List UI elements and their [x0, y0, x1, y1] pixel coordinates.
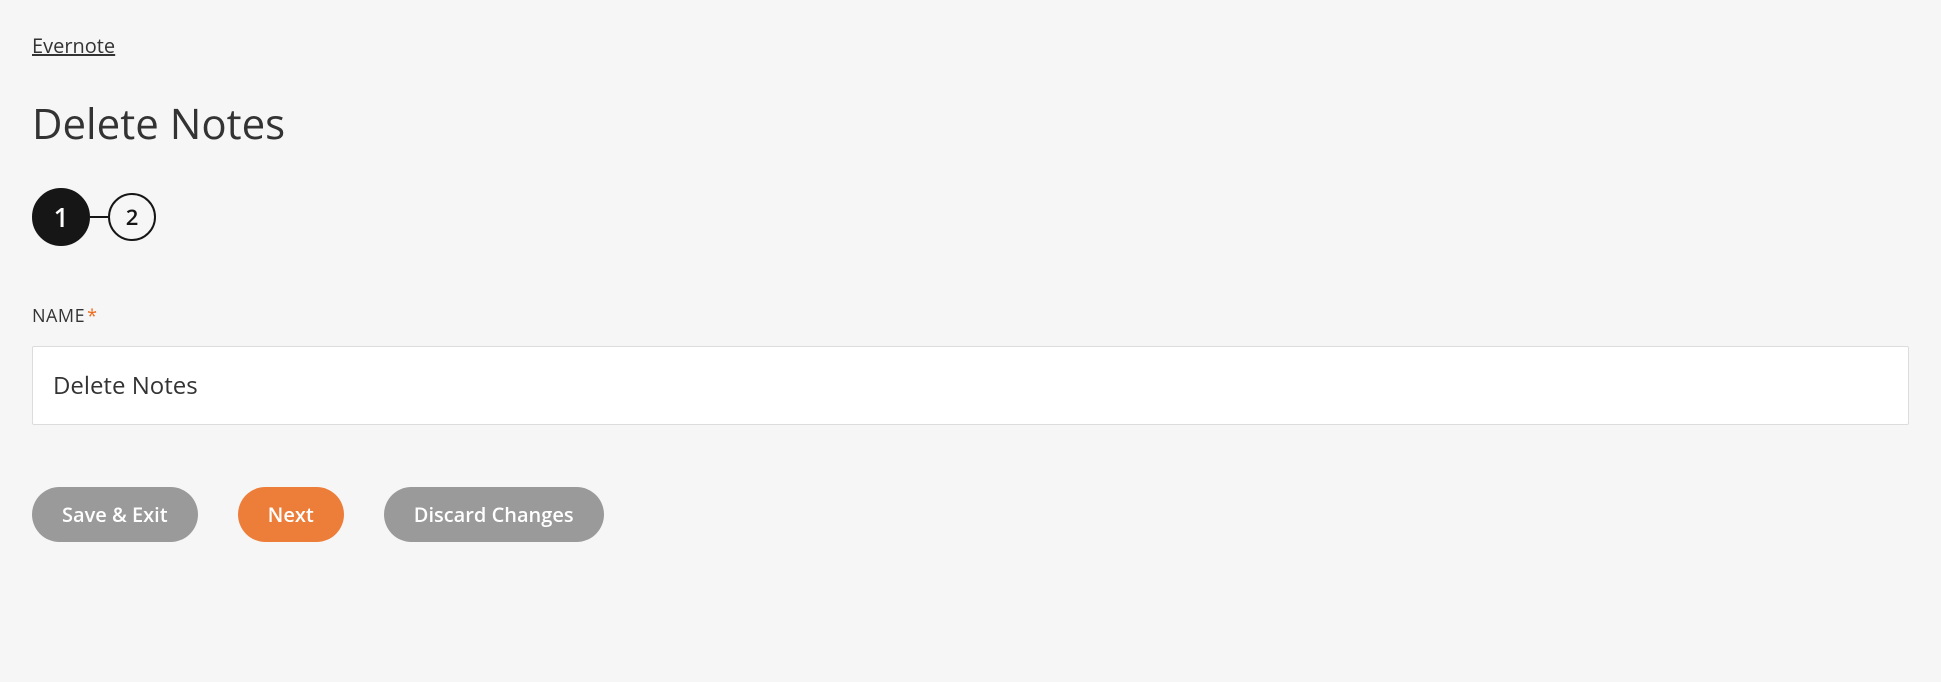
name-label-text: NAME	[32, 304, 85, 328]
next-button[interactable]: Next	[238, 487, 344, 542]
stepper: 1 2	[32, 188, 1909, 246]
field-name: NAME*	[32, 304, 1909, 425]
name-input[interactable]	[32, 346, 1909, 425]
breadcrumb-link-evernote[interactable]: Evernote	[32, 32, 115, 59]
step-2[interactable]: 2	[108, 193, 156, 241]
name-label: NAME*	[32, 304, 1909, 328]
step-connector	[90, 216, 108, 218]
discard-changes-button[interactable]: Discard Changes	[384, 487, 604, 542]
breadcrumb: Evernote	[32, 32, 1909, 59]
page-title: Delete Notes	[32, 95, 1909, 152]
step-1[interactable]: 1	[32, 188, 90, 246]
required-indicator: *	[87, 304, 97, 328]
button-row: Save & Exit Next Discard Changes	[32, 487, 1909, 542]
save-exit-button[interactable]: Save & Exit	[32, 487, 198, 542]
